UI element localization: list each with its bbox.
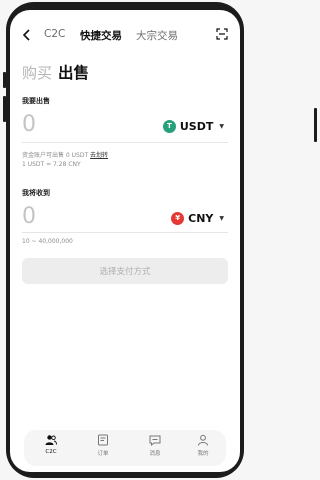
mode-buy-tab[interactable]: 购买 (22, 62, 52, 83)
orders-icon (98, 434, 108, 446)
tab-block-trade[interactable]: 大宗交易 (136, 28, 178, 43)
top-nav: C2C 快捷交易 大宗交易 (10, 26, 240, 44)
usdt-coin-icon: T (162, 119, 176, 133)
tabbar-item-profile[interactable]: 我的 (188, 434, 218, 457)
user-icon (198, 434, 208, 446)
sell-currency-select[interactable]: T USDT ▼ (157, 116, 230, 136)
tab-quick-trade[interactable]: 快捷交易 (80, 28, 122, 43)
chevron-down-icon: ▼ (219, 122, 224, 130)
phone-side-button (314, 108, 317, 142)
available-balance-text: 资金账户可出售 0 USDT (22, 152, 89, 159)
bottom-tab-bar: C2C 订单 消息 我的 (24, 430, 226, 466)
message-icon (149, 435, 161, 446)
tabbar-label: C2C (45, 449, 57, 455)
tabbar-label: 消息 (149, 451, 161, 457)
receive-label: 我将收到 (22, 189, 50, 197)
tabbar-item-c2c[interactable]: C2C (36, 434, 66, 455)
sell-divider (22, 142, 228, 143)
receive-currency-label: CNY (188, 211, 214, 225)
transfer-link[interactable]: 去划转 (90, 152, 108, 159)
tab-c2c[interactable]: C2C (44, 28, 65, 40)
phone-side-button (3, 96, 6, 122)
back-arrow-icon[interactable] (22, 28, 32, 42)
mode-sell-tab[interactable]: 出售 (58, 61, 89, 83)
chevron-down-icon: ▼ (219, 214, 224, 222)
tabbar-item-messages[interactable]: 消息 (140, 434, 170, 457)
users-icon (45, 435, 57, 445)
tabbar-item-orders[interactable]: 订单 (88, 434, 118, 457)
receive-divider (22, 232, 228, 233)
sell-amount-input[interactable]: 0 (22, 112, 36, 137)
cny-coin-icon: ¥ (171, 211, 185, 225)
exchange-rate: 1 USDT = 7.28 CNY (22, 161, 81, 168)
select-payment-button[interactable]: 选择支付方式 (22, 258, 228, 284)
receive-amount-input[interactable]: 0 (22, 204, 36, 229)
scan-icon[interactable] (216, 28, 228, 40)
tabbar-label: 我的 (197, 451, 209, 457)
available-balance-hint: 资金账户可出售 0 USDT 去划转 (22, 150, 108, 159)
amount-range: 10 ~ 40,000,000 (22, 238, 73, 245)
receive-currency-select[interactable]: ¥ CNY ▼ (165, 208, 230, 228)
sell-label: 我要出售 (22, 97, 50, 105)
app-screen: C2C 快捷交易 大宗交易 购买 出售 我要出售 0 T USDT ▼ 资金账户… (10, 10, 240, 472)
phone-side-button (3, 72, 6, 88)
tabbar-label: 订单 (97, 451, 109, 457)
sell-currency-label: USDT (179, 119, 214, 133)
